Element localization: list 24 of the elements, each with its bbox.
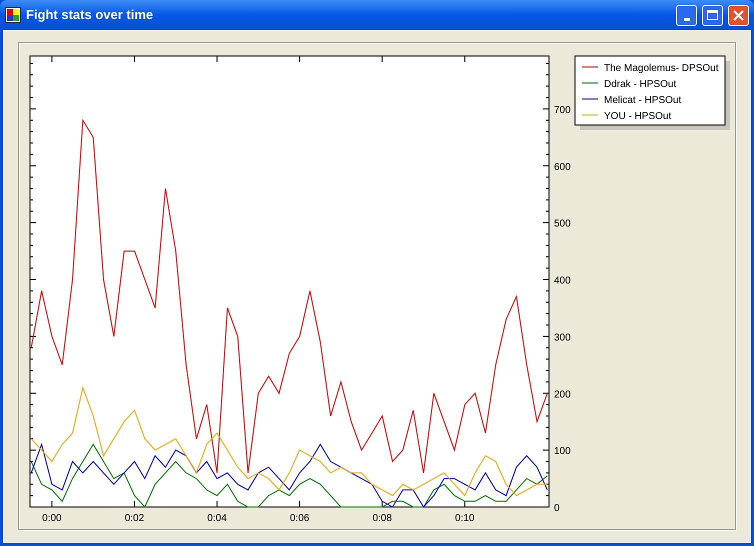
y-tick-label: 600 xyxy=(554,162,571,173)
legend-label: The Magolemus- DPSOut xyxy=(604,63,718,74)
close-button[interactable] xyxy=(728,4,749,26)
y-tick-label: 700 xyxy=(554,104,571,116)
y-tick-label: 500 xyxy=(554,218,571,230)
x-tick-label: 0:08 xyxy=(372,513,392,524)
close-icon xyxy=(733,10,744,20)
y-tick-label: 300 xyxy=(554,332,571,344)
y-tick-label: 400 xyxy=(554,276,571,286)
x-tick-label: 0:04 xyxy=(207,513,227,524)
legend-label: Ddrak - HPSOut xyxy=(604,79,676,90)
y-tick-label: 200 xyxy=(554,389,571,400)
x-tick-label: 0:10 xyxy=(455,513,474,524)
maximize-button[interactable] xyxy=(702,4,723,26)
x-tick-label: 0:00 xyxy=(42,513,62,524)
y-tick-label: 100 xyxy=(554,446,571,458)
legend-label: Melicat - HPSOut xyxy=(604,95,682,106)
window-title: Fight stats over time xyxy=(26,6,154,24)
x-tick-label: 0:02 xyxy=(124,513,144,524)
y-tick-label: 0 xyxy=(554,503,560,514)
minimize-button[interactable] xyxy=(676,4,697,26)
x-tick-label: 0:06 xyxy=(290,513,310,524)
legend-label: YOU - HPSOut xyxy=(604,111,672,122)
app-icon xyxy=(5,7,21,23)
